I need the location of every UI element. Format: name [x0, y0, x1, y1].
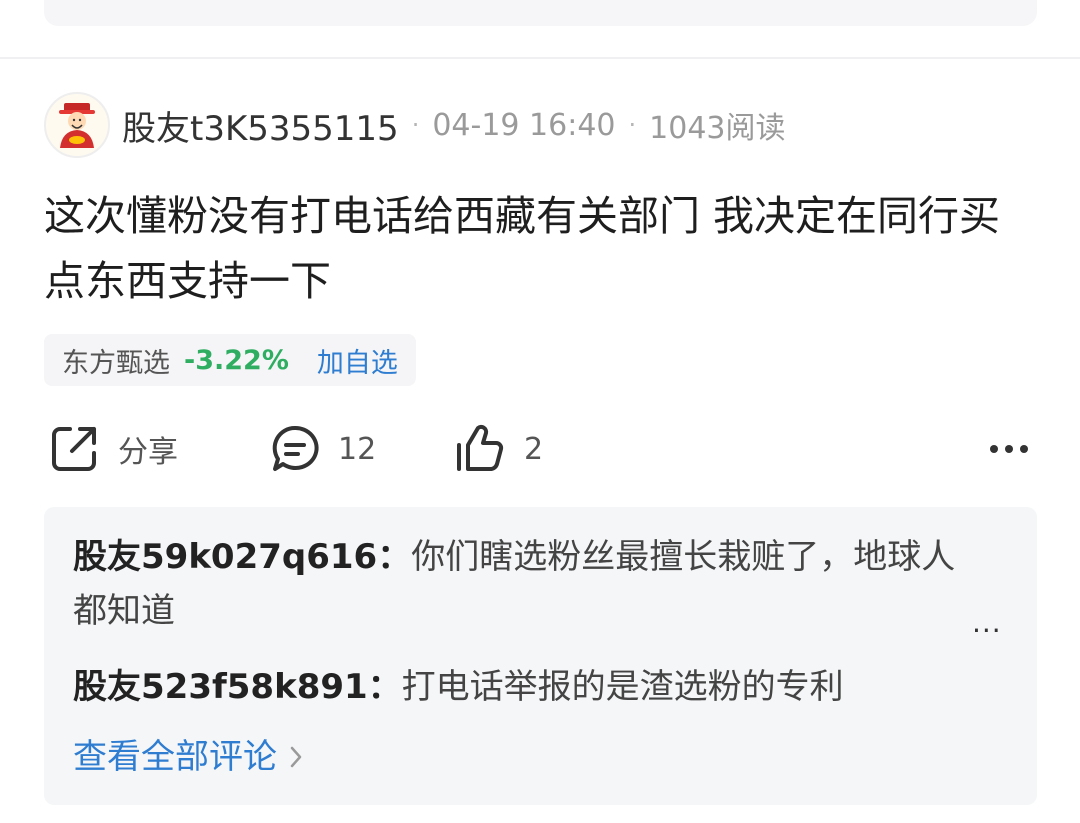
- view-all-comments-label: 查看全部评论: [73, 737, 277, 777]
- comment-count: 12: [338, 431, 377, 467]
- share-label: 分享: [118, 435, 178, 470]
- meta-separator: ·: [628, 111, 637, 139]
- stock-name[interactable]: 东方甄选: [62, 341, 170, 380]
- add-to-watchlist-button[interactable]: 加自选: [317, 341, 398, 380]
- post-body-text[interactable]: 这次懂粉没有打电话给西藏有关部门 我决定在同行买点东西支持一下: [44, 184, 1034, 314]
- comment-expand-ellipsis[interactable]: ...: [972, 606, 1002, 639]
- post-divider: [0, 57, 1080, 59]
- comment-username[interactable]: 股友59k027q616: [73, 537, 377, 577]
- share-button[interactable]: 分享: [48, 420, 178, 478]
- comment-button[interactable]: 12: [270, 420, 376, 478]
- previous-post-card: [44, 0, 1037, 26]
- comment-icon: [272, 425, 319, 471]
- more-options-button[interactable]: [986, 432, 1032, 466]
- avatar[interactable]: [44, 92, 110, 158]
- comment-username[interactable]: 股友523f58k891: [73, 667, 368, 707]
- chevron-right-icon: [289, 745, 303, 769]
- like-count: 2: [524, 431, 544, 467]
- meta-separator: ·: [411, 111, 420, 139]
- post-header: 股友t3K5355115 · 04-19 16:40 · 1043阅读: [44, 92, 786, 158]
- share-icon: [52, 427, 96, 471]
- comment-item[interactable]: 股友59k027q616：你们瞎选粉丝最擅长栽赃了，地球人都知道: [73, 530, 973, 638]
- comment-colon: ：: [367, 667, 402, 707]
- comment-text: 打电话举报的是渣选粉的专利: [401, 667, 844, 707]
- view-all-comments-link[interactable]: 查看全部评论: [73, 730, 303, 784]
- more-dots-icon: [990, 445, 1028, 453]
- stock-chip[interactable]: 东方甄选 -3.22% 加自选: [44, 334, 416, 386]
- comment-item[interactable]: 股友523f58k891：打电话举报的是渣选粉的专利: [73, 660, 993, 714]
- post-date: 04-19 16:40: [432, 107, 616, 143]
- fortune-god-avatar-icon: [59, 103, 95, 148]
- comment-colon: ：: [377, 537, 412, 577]
- thumbs-up-icon: [457, 424, 504, 471]
- like-button[interactable]: 2: [454, 420, 543, 478]
- post-read-count: 1043阅读: [649, 111, 786, 146]
- stock-change-percent: -3.22%: [184, 344, 289, 376]
- post-username[interactable]: 股友t3K5355115: [122, 101, 399, 150]
